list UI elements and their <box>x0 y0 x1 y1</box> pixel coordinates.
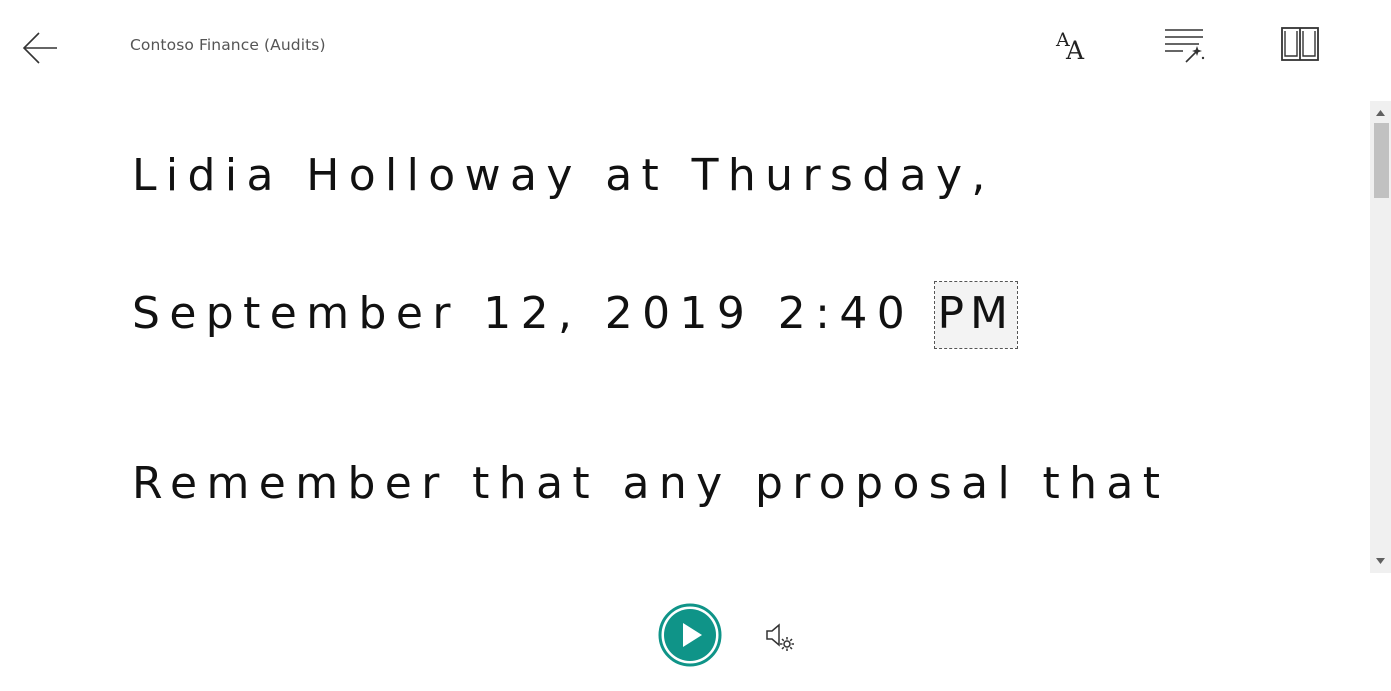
text-size-icon: A A <box>1055 29 1085 64</box>
book-icon <box>1281 27 1319 61</box>
reading-area[interactable]: Lidia Holloway at Thursday, September 12… <box>0 100 1370 572</box>
grammar-icon <box>1165 29 1205 63</box>
reading-line-text: September 12, 2019 2:40 <box>132 288 938 339</box>
arrow-left-icon <box>22 32 57 64</box>
play-icon <box>658 603 722 667</box>
immersive-reader: Contoso Finance (Audits) A A Lidia Hollo <box>0 0 1391 691</box>
scroll-thumb[interactable] <box>1374 123 1389 198</box>
reading-line: September 12, 2019 2:40 PM <box>132 281 1019 349</box>
reading-preferences-button[interactable] <box>1276 22 1324 66</box>
vertical-scrollbar[interactable] <box>1370 101 1391 573</box>
speaker-settings-icon <box>766 623 794 651</box>
reading-line: Remember that any proposal that <box>132 458 1170 509</box>
text-preferences-button[interactable]: A A <box>1046 22 1094 66</box>
svg-text:A: A <box>1065 36 1085 64</box>
reading-line: Lidia Holloway at Thursday, <box>132 150 995 201</box>
scroll-down-button[interactable] <box>1370 551 1391 571</box>
play-button[interactable] <box>658 603 722 667</box>
voice-settings-button[interactable] <box>760 616 800 656</box>
document-title: Contoso Finance (Audits) <box>130 36 326 54</box>
caret-up-icon <box>1376 110 1385 116</box>
grammar-options-button[interactable] <box>1160 22 1208 66</box>
focused-word[interactable]: PM <box>933 281 1019 349</box>
back-button[interactable] <box>16 24 64 72</box>
caret-down-icon <box>1376 558 1385 564</box>
scroll-up-button[interactable] <box>1370 103 1391 123</box>
